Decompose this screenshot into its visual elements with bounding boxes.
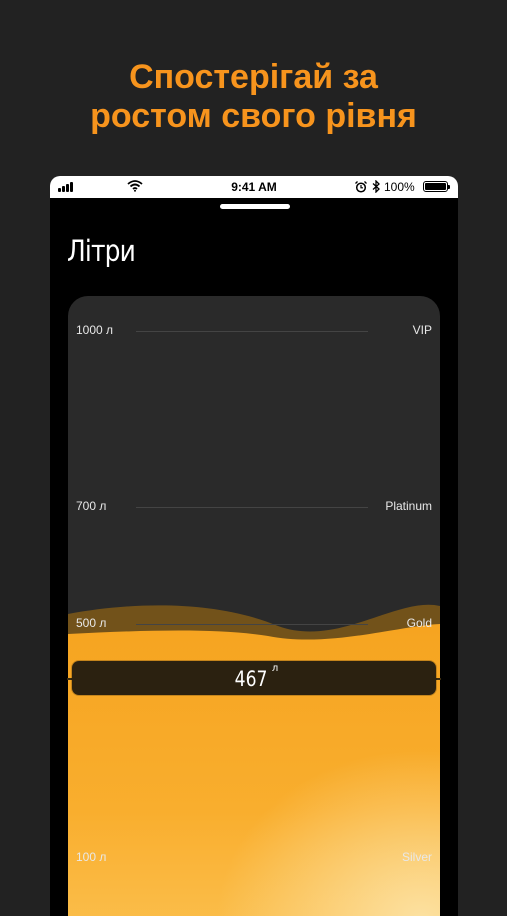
level-row-gold: 500 л Gold: [68, 614, 440, 634]
level-row-platinum: 700 л Platinum: [68, 497, 440, 517]
level-divider: [136, 858, 368, 859]
current-level-value: 467: [234, 667, 268, 691]
promo-title-line-1: Спостерігай за: [129, 58, 378, 96]
level-name: VIP: [412, 323, 432, 337]
battery-icon: [423, 181, 450, 192]
phone-frame: 9:41 AM 100% Літри 1000 л VIP 700 л Plat…: [50, 176, 458, 916]
promo-title-line-2: ростом свого рівня: [90, 97, 417, 135]
status-bar: 9:41 AM 100%: [50, 176, 458, 198]
level-progress-card: 1000 л VIP 700 л Platinum 500 л Gold 100…: [68, 296, 440, 916]
battery-percent: 100%: [384, 180, 415, 194]
level-amount: 500 л: [76, 616, 107, 630]
level-name: Platinum: [385, 499, 432, 513]
level-amount: 700 л: [76, 499, 107, 513]
screen-title: Літри: [67, 234, 136, 268]
level-fill: [68, 296, 440, 916]
level-amount: 1000 л: [76, 323, 114, 337]
level-divider: [136, 624, 368, 625]
level-amount: 100 л: [76, 850, 107, 864]
level-divider: [136, 507, 368, 508]
level-name: Silver: [401, 850, 432, 864]
sheet-handle[interactable]: [220, 204, 290, 209]
current-level-unit: л: [271, 663, 279, 674]
level-row-silver: 100 л Silver: [68, 848, 440, 868]
level-row-vip: 1000 л VIP: [68, 321, 440, 341]
alarm-icon: [355, 181, 367, 193]
current-level-marker: 467 л: [72, 661, 436, 695]
bluetooth-icon: [372, 180, 380, 193]
promo-title: Спостерігай за ростом свого рівня: [0, 58, 507, 136]
level-divider: [136, 331, 368, 332]
level-name: Gold: [406, 616, 432, 630]
